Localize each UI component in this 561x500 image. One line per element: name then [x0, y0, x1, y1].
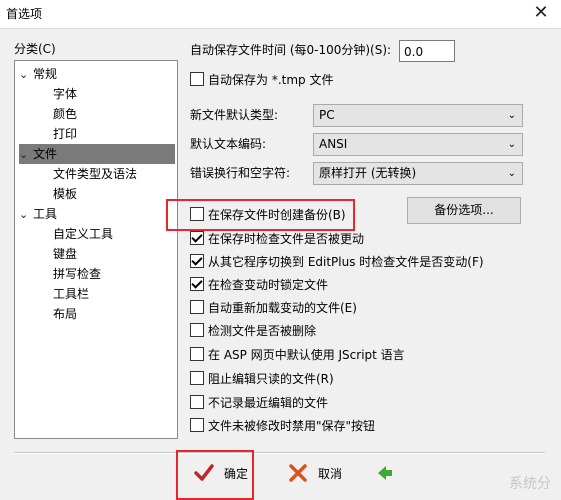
checkbox-lock-on-check[interactable]: 在检查变动时锁定文件 [190, 276, 328, 294]
autosave-label: 自动保存文件时间 (每0-100分钟)(S): [190, 43, 392, 57]
chevron-down-icon: ⌄ [507, 139, 516, 150]
tmp-checkbox-label: 自动保存为 *.tmp 文件 [208, 73, 334, 87]
checkbox[interactable] [190, 395, 204, 409]
ok-button[interactable]: 确定 [188, 462, 248, 488]
checkbox[interactable] [190, 323, 204, 337]
cancel-button[interactable]: 取消 [282, 462, 342, 488]
chevron-down-icon[interactable]: ⌄ [19, 205, 33, 225]
chevron-down-icon[interactable]: ⌄ [19, 145, 33, 165]
tree-item-toolbar[interactable]: 工具栏 [53, 284, 89, 304]
arrow-left-icon [378, 466, 392, 480]
checkbox-asp-jscript[interactable]: 在 ASP 网页中默认使用 JScript 语言 [190, 346, 405, 364]
tree-item-keyboard[interactable]: 键盘 [53, 244, 77, 264]
chevron-down-icon: ⌄ [507, 110, 516, 121]
checkbox[interactable] [190, 207, 204, 221]
tmp-checkbox[interactable] [190, 72, 204, 86]
divider [14, 452, 545, 454]
checkbox[interactable] [190, 347, 204, 361]
checkbox-create-backup[interactable]: 在保存文件时创建备份(B) [190, 206, 346, 224]
checkbox-check-on-save[interactable]: 在保存时检查文件是否被更动 [190, 230, 364, 248]
tree-item-tools[interactable]: ⌄ 工具 [19, 204, 57, 224]
checkbox-no-recent[interactable]: 不记录最近编辑的文件 [190, 394, 328, 412]
checkbox-detect-deleted[interactable]: 检测文件是否被删除 [190, 322, 316, 340]
checkbox[interactable] [190, 254, 204, 268]
new-file-type-label: 新文件默认类型: [190, 108, 279, 122]
window-title: 首选项 [6, 7, 43, 21]
check-icon [194, 464, 214, 481]
tree-item-general[interactable]: ⌄ 常规 [19, 64, 57, 84]
ok-label: 确定 [224, 467, 249, 481]
tree-item-color[interactable]: 颜色 [53, 104, 77, 124]
tree-item-font[interactable]: 字体 [53, 84, 77, 104]
default-encoding-label: 默认文本编码: [190, 137, 267, 151]
tree-item-spell-check[interactable]: 拼写检查 [53, 264, 101, 284]
watermark: 系统分 [509, 476, 551, 492]
new-file-type-select[interactable]: PC ⌄ [313, 104, 523, 127]
tree-item-print[interactable]: 打印 [53, 124, 77, 144]
wrap-whitespace-label: 错误换行和空字符: [190, 166, 291, 180]
checkbox-block-readonly[interactable]: 阻止编辑只读的文件(R) [190, 370, 334, 388]
title-bar: 首选项 ✕ [0, 0, 561, 29]
tree-item-custom-tools[interactable]: 自定义工具 [53, 224, 113, 244]
close-button[interactable]: ✕ [521, 0, 561, 28]
checkbox-disable-save[interactable]: 文件未被修改时禁用"保存"按钮 [190, 417, 375, 435]
default-encoding-select[interactable]: ANSI ⌄ [313, 133, 523, 156]
checkbox-auto-reload[interactable]: 自动重新加载变动的文件(E) [190, 299, 357, 317]
cancel-label: 取消 [318, 467, 343, 481]
chevron-down-icon[interactable]: ⌄ [19, 65, 33, 85]
apply-button[interactable] [370, 462, 394, 488]
category-tree: ⌄ 常规 字体 颜色 打印 ⌄ 文件 文件类型及语法 模板 ⌄ 工具 自定义工具 键盘… [14, 60, 178, 439]
checkbox[interactable] [190, 371, 204, 385]
tree-item-layout[interactable]: 布局 [53, 304, 77, 324]
wrap-whitespace-select[interactable]: 原样打开 (无转换) ⌄ [313, 162, 523, 185]
tree-item-file-types[interactable]: 文件类型及语法 [53, 164, 137, 184]
chevron-down-icon: ⌄ [507, 168, 516, 179]
checkbox[interactable] [190, 277, 204, 291]
checkbox[interactable] [190, 418, 204, 432]
tmp-checkbox-row[interactable]: 自动保存为 *.tmp 文件 [190, 71, 333, 89]
category-label: 分类(C) [14, 42, 56, 56]
cancel-x-icon [289, 464, 307, 482]
checkbox[interactable] [190, 300, 204, 314]
tree-item-file[interactable]: ⌄ 文件 [19, 144, 175, 164]
backup-options-button[interactable]: 备份选项... [407, 197, 521, 224]
checkbox-check-on-switch[interactable]: 从其它程序切换到 EditPlus 时检查文件是否变动(F) [190, 253, 484, 271]
checkbox[interactable] [190, 231, 204, 245]
autosave-input[interactable]: 0.0 [399, 40, 455, 62]
tree-item-template[interactable]: 模板 [53, 184, 77, 204]
